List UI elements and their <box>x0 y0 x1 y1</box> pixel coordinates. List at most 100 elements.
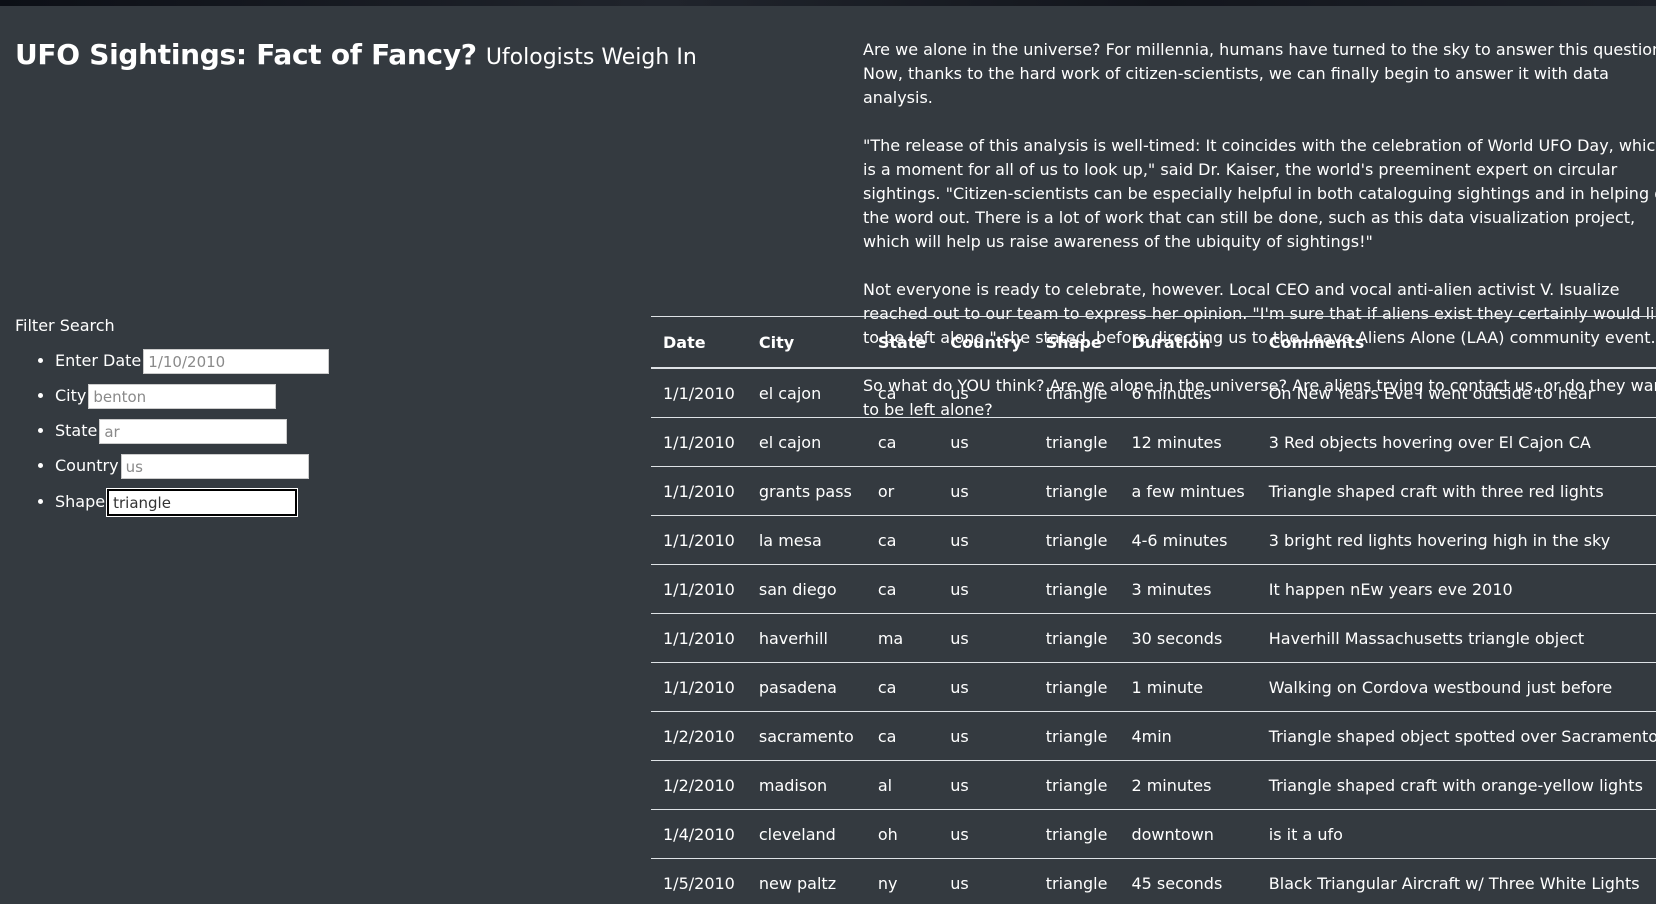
page-subtitle: Ufologists Weigh In <box>485 45 697 70</box>
cell-duration: 6 minutes <box>1119 368 1257 418</box>
state-input[interactable] <box>99 419 288 444</box>
page-header: UFO Sightings: Fact of Fancy? Ufologists… <box>15 38 697 71</box>
cell-date: 1/5/2010 <box>651 858 747 904</box>
cell-country: us <box>938 760 1034 810</box>
cell-duration: 2 minutes <box>1119 760 1257 810</box>
filter-item-city: City <box>55 384 329 419</box>
cell-state: ma <box>865 613 939 663</box>
cell-city: san diego <box>746 564 866 614</box>
filter-title: Filter Search <box>15 316 115 335</box>
cell-duration: 12 minutes <box>1119 417 1257 467</box>
cell-duration: 4-6 minutes <box>1119 515 1257 565</box>
shape-label: Shape <box>55 492 106 511</box>
cell-state: ca <box>865 662 939 712</box>
cell-country: us <box>938 515 1034 565</box>
table-row: 1/1/2010 la mesa ca us triangle 4-6 minutes 3 … <box>651 515 1656 565</box>
column-header-city: City <box>746 316 866 369</box>
shape-input[interactable] <box>106 488 299 517</box>
filter-item-country: Country <box>55 454 329 489</box>
cell-state: oh <box>865 809 939 859</box>
table-row: 1/1/2010 san diego ca us triangle 3 minutes It… <box>651 564 1656 614</box>
cell-country: us <box>938 711 1034 761</box>
sightings-table-container: Date City State Country Shape Duration C… <box>651 316 1656 904</box>
cell-duration: 1 minute <box>1119 662 1257 712</box>
cell-city: haverhill <box>746 613 866 663</box>
cell-country: us <box>938 417 1034 467</box>
cell-city: la mesa <box>746 515 866 565</box>
cell-city: grants pass <box>746 466 866 516</box>
cell-city: el cajon <box>746 417 866 467</box>
filter-panel: Filter Search Enter Date City State Coun… <box>15 316 330 524</box>
table-row: 1/5/2010 new paltz ny us triangle 45 seconds B… <box>651 858 1656 904</box>
cell-comments: 3 bright red lights hovering high in the… <box>1256 515 1656 565</box>
cell-shape: triangle <box>1033 417 1120 467</box>
intro-paragraph: Are we alone in the universe? For millen… <box>863 40 1656 107</box>
cell-country: us <box>938 613 1034 663</box>
cell-shape: triangle <box>1033 711 1120 761</box>
cell-duration: downtown <box>1119 809 1257 859</box>
cell-shape: triangle <box>1033 858 1120 904</box>
cell-shape: triangle <box>1033 760 1120 810</box>
cell-state: ny <box>865 858 939 904</box>
table-header: Date City State Country Shape Duration C… <box>651 316 1656 369</box>
cell-date: 1/1/2010 <box>651 613 747 663</box>
cell-duration: a few mintues <box>1119 466 1257 516</box>
column-header-duration: Duration <box>1119 316 1257 369</box>
date-input[interactable] <box>143 349 330 374</box>
date-label: Enter Date <box>55 351 142 370</box>
top-banner-strip <box>0 0 1656 6</box>
country-input[interactable] <box>120 454 309 479</box>
cell-shape: triangle <box>1033 368 1120 418</box>
column-header-date: Date <box>651 316 747 369</box>
cell-country: us <box>938 466 1034 516</box>
cell-city: new paltz <box>746 858 866 904</box>
cell-state: ca <box>865 368 939 418</box>
cell-comments: is it a ufo <box>1256 809 1656 859</box>
cell-comments: Triangle shaped object spotted over Sacr… <box>1256 711 1656 761</box>
table-row: 1/4/2010 cleveland oh us triangle downtown is … <box>651 809 1656 859</box>
cell-city: cleveland <box>746 809 866 859</box>
column-header-state: State <box>865 316 939 369</box>
cell-date: 1/1/2010 <box>651 662 747 712</box>
filter-item-date: Enter Date <box>55 349 330 384</box>
cell-date: 1/2/2010 <box>651 760 747 810</box>
cell-date: 1/1/2010 <box>651 368 747 418</box>
cell-comments: Haverhill Massachusetts triangle object <box>1256 613 1656 663</box>
cell-duration: 30 seconds <box>1119 613 1257 663</box>
cell-comments: Walking on Cordova westbound just before <box>1256 662 1656 712</box>
cell-date: 1/4/2010 <box>651 809 747 859</box>
table-row: 1/2/2010 sacramento ca us triangle 4min Triang… <box>651 711 1656 761</box>
country-label: Country <box>55 456 119 475</box>
cell-comments: Black Triangular Aircraft w/ Three White… <box>1256 858 1656 904</box>
column-header-country: Country <box>938 316 1034 369</box>
cell-state: al <box>865 760 939 810</box>
cell-date: 1/2/2010 <box>651 711 747 761</box>
table-row: 1/1/2010 el cajon ca us triangle 6 minutes On … <box>651 368 1656 418</box>
cell-state: ca <box>865 417 939 467</box>
cell-city: madison <box>746 760 866 810</box>
cell-city: sacramento <box>746 711 866 761</box>
cell-date: 1/1/2010 <box>651 515 747 565</box>
cell-country: us <box>938 368 1034 418</box>
table-row: 1/1/2010 pasadena ca us triangle 1 minute Walk… <box>651 662 1656 712</box>
intro-paragraph: "The release of this analysis is well-ti… <box>863 136 1656 251</box>
column-header-comments: Comments <box>1256 316 1656 369</box>
cell-shape: triangle <box>1033 564 1120 614</box>
table-row: 1/1/2010 haverhill ma us triangle 30 seconds H… <box>651 613 1656 663</box>
cell-comments: On New Years Eve I went outside to hear <box>1256 368 1656 418</box>
cell-state: ca <box>865 515 939 565</box>
cell-state: ca <box>865 711 939 761</box>
cell-country: us <box>938 662 1034 712</box>
sightings-table: Date City State Country Shape Duration C… <box>651 316 1656 904</box>
filter-item-state: State <box>55 419 329 454</box>
cell-date: 1/1/2010 <box>651 466 747 516</box>
cell-shape: triangle <box>1033 515 1120 565</box>
cell-comments: Triangle shaped craft with three red lig… <box>1256 466 1656 516</box>
cell-comments: Triangle shaped craft with orange-yellow… <box>1256 760 1656 810</box>
filter-list: Enter Date City State Country Shape <box>15 349 330 524</box>
cell-shape: triangle <box>1033 662 1120 712</box>
table-row: 1/1/2010 grants pass or us triangle a few min… <box>651 466 1656 516</box>
filter-item-shape: Shape <box>55 488 329 524</box>
cell-duration: 45 seconds <box>1119 858 1257 904</box>
city-input[interactable] <box>88 384 277 409</box>
